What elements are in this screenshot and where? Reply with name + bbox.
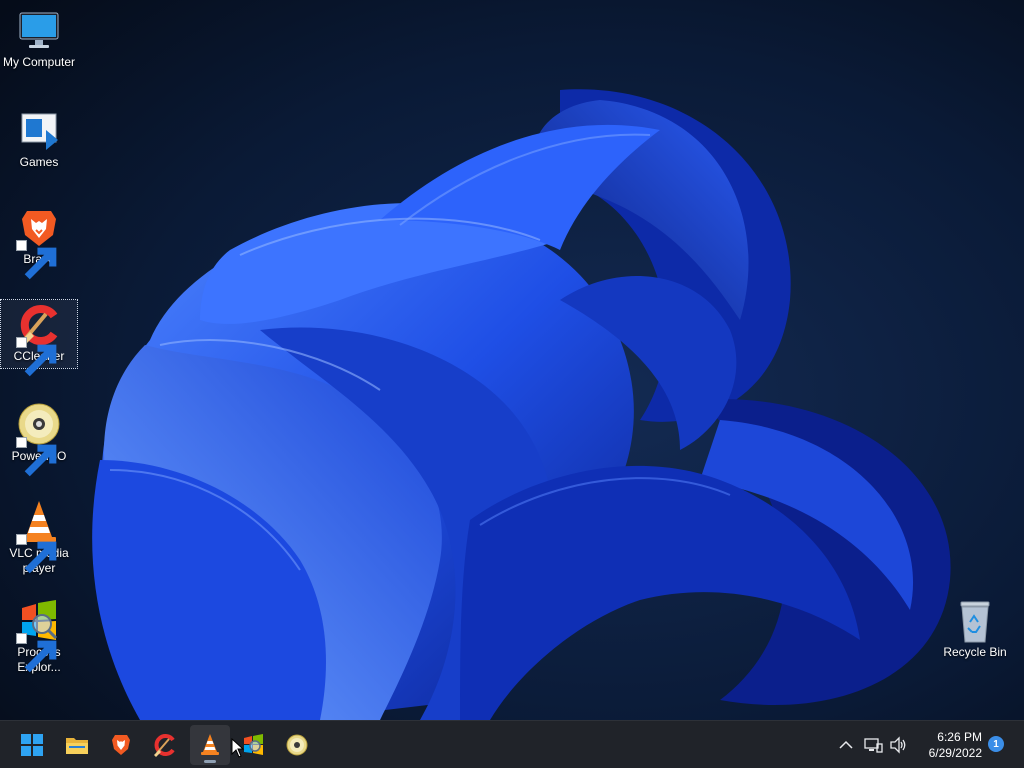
- ccleaner-icon: [16, 302, 62, 377]
- desktop-icon-ccleaner[interactable]: CCleaner: [0, 299, 78, 377]
- process-explorer-icon: [16, 598, 62, 673]
- start-button[interactable]: [12, 725, 52, 765]
- tray-clock[interactable]: 6:26 PM 6/29/2022: [912, 729, 982, 761]
- poweriso-disc-icon: [286, 734, 308, 756]
- desktop-icon-brave[interactable]: Brave: [1, 203, 77, 280]
- recycle-bin-icon: [952, 598, 998, 644]
- desktop-icon-recycle-bin[interactable]: Recycle Bin: [937, 596, 1013, 664]
- vlc-cone-icon: [16, 499, 62, 574]
- volume-icon[interactable]: [888, 735, 908, 755]
- desktop-icon-vlc[interactable]: VLC media player: [1, 497, 77, 579]
- brave-lion-icon: [16, 205, 62, 280]
- taskbar: 6:26 PM 6/29/2022: [0, 720, 1024, 768]
- shortcut-arrow-icon: [16, 240, 57, 280]
- taskbar-file-explorer[interactable]: [57, 725, 97, 765]
- desktop-icon-my-computer[interactable]: My Computer: [1, 6, 77, 74]
- notification-badge[interactable]: 1: [988, 736, 1004, 752]
- games-folder-icon: [16, 108, 62, 154]
- mouse-cursor-icon: [231, 738, 245, 758]
- brave-lion-icon: [112, 735, 130, 755]
- folder-icon: [66, 738, 88, 754]
- desktop-icon-poweriso[interactable]: PowerISO: [1, 400, 77, 477]
- taskbar-ccleaner[interactable]: [145, 725, 185, 765]
- desktop-icon-process-explorer[interactable]: Process Explor...: [1, 596, 77, 678]
- chevron-up-icon[interactable]: [836, 735, 856, 755]
- taskbar-brave[interactable]: [101, 725, 141, 765]
- desktop-icon-games[interactable]: Games: [1, 106, 77, 174]
- shortcut-arrow-icon: [16, 437, 57, 477]
- windows-logo-icon: [21, 734, 43, 756]
- desktop-icon-label: Recycle Bin: [943, 645, 1007, 659]
- taskbar-vlc[interactable]: [190, 725, 230, 765]
- active-indicator: [204, 760, 216, 763]
- monitor-icon: [16, 8, 62, 54]
- shortcut-arrow-icon: [16, 534, 57, 574]
- vlc-cone-icon: [201, 734, 219, 755]
- desktop-icon-label: My Computer: [2, 55, 76, 69]
- taskbar-poweriso[interactable]: [277, 725, 317, 765]
- clock-time: 6:26 PM: [937, 730, 982, 744]
- poweriso-disc-icon: [16, 402, 62, 477]
- shortcut-arrow-icon: [16, 337, 57, 377]
- desktop-icon-label: Games: [19, 155, 59, 169]
- ccleaner-icon: [154, 734, 175, 757]
- shortcut-arrow-icon: [16, 633, 57, 673]
- clock-date: 6/29/2022: [928, 746, 982, 760]
- network-icon[interactable]: [863, 735, 883, 755]
- desktop-wallpaper: [0, 0, 1024, 720]
- process-explorer-icon: [244, 734, 263, 755]
